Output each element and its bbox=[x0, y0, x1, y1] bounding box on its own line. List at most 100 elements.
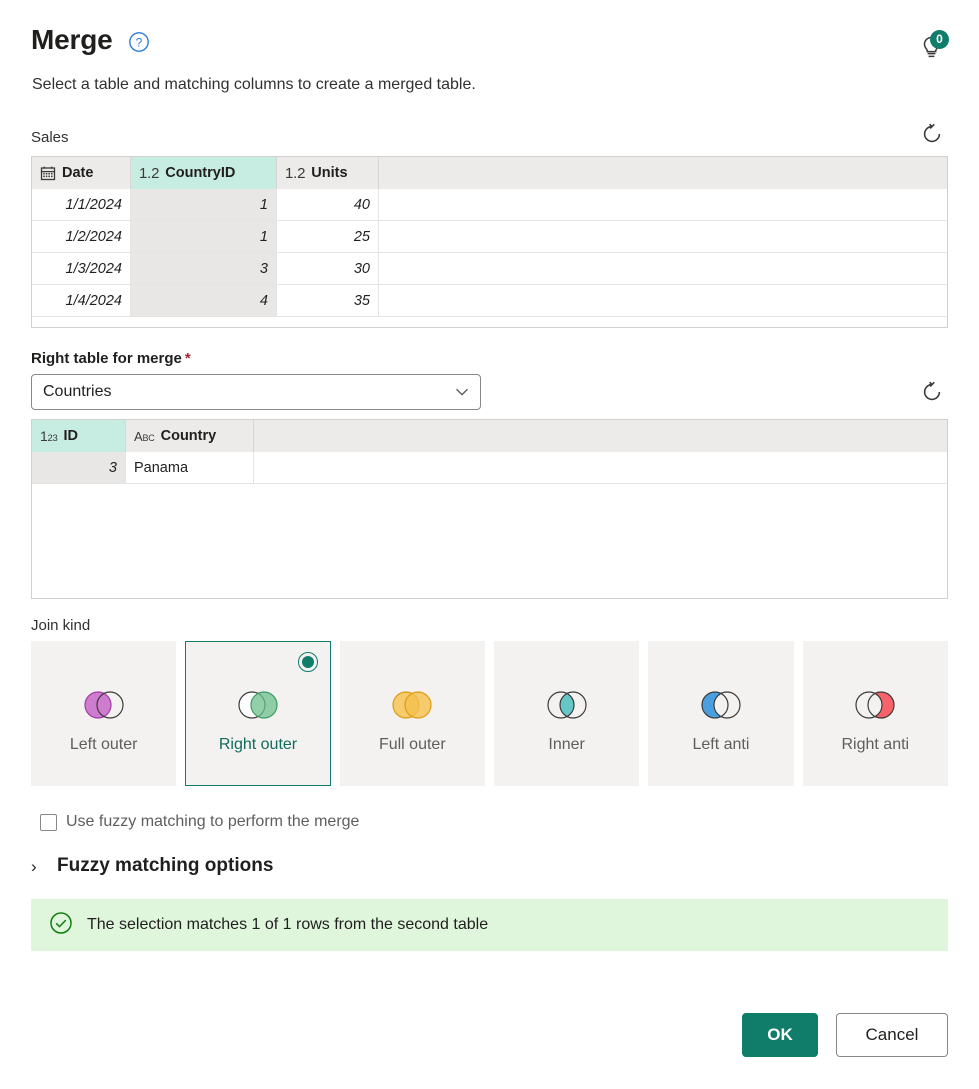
fuzzy-matching-checkbox[interactable] bbox=[40, 813, 57, 831]
join-option-label: Inner bbox=[548, 736, 585, 753]
join-option-right-outer[interactable]: Right outer bbox=[185, 641, 331, 786]
radio-inner-dot bbox=[301, 656, 314, 668]
text-abc-icon: ABC bbox=[134, 428, 155, 444]
venn-full-outer-icon bbox=[384, 688, 440, 722]
join-option-right-anti[interactable]: Right anti bbox=[802, 641, 948, 786]
join-option-label: Left anti bbox=[692, 736, 750, 753]
column-header-label: Units bbox=[311, 165, 348, 181]
table-row: 3 Panama bbox=[32, 452, 947, 484]
column-header-units[interactable]: 1.2 Units bbox=[277, 157, 379, 189]
column-header-country[interactable]: ABC Country bbox=[126, 420, 254, 452]
cell-country: Panama bbox=[126, 452, 254, 483]
dialog-subtitle: Select a table and matching columns to c… bbox=[32, 76, 476, 93]
tips-button[interactable]: 0 bbox=[914, 30, 949, 64]
right-table-select[interactable]: Countries bbox=[31, 374, 481, 410]
status-message: The selection matches 1 of 1 rows from t… bbox=[87, 916, 489, 933]
whole-number-icon: 123 bbox=[40, 428, 58, 444]
dialog-header: Merge ? 0 bbox=[31, 0, 949, 64]
cell-countryid: 3 bbox=[131, 253, 277, 284]
join-option-label: Left outer bbox=[69, 736, 138, 753]
cancel-button[interactable]: Cancel bbox=[836, 1013, 948, 1057]
right-table-preview: 123 ID ABC Country 3 Panama bbox=[31, 419, 948, 599]
cell-units: 25 bbox=[277, 221, 379, 252]
venn-left-outer-icon bbox=[76, 688, 132, 722]
cell-date: 1/1/2024 bbox=[32, 189, 131, 220]
table-row: 1/2/2024 1 25 bbox=[32, 221, 947, 253]
table-row-empty bbox=[32, 484, 947, 516]
fuzzy-matching-options-label: Fuzzy matching options bbox=[57, 855, 274, 876]
table-row-empty bbox=[32, 317, 947, 327]
cell-filler bbox=[32, 317, 947, 327]
column-header-label: Date bbox=[62, 165, 94, 181]
decimal-number-icon: 1.2 bbox=[139, 164, 160, 182]
table-row: 1/3/2024 3 30 bbox=[32, 253, 947, 285]
join-kind-label: Join kind bbox=[31, 617, 91, 634]
venn-left-anti-icon bbox=[692, 688, 749, 722]
join-option-left-outer[interactable]: Left outer bbox=[31, 641, 177, 786]
cell-filler bbox=[379, 253, 947, 284]
check-circle-icon bbox=[49, 911, 73, 940]
left-table-refresh-icon[interactable] bbox=[916, 118, 948, 150]
join-option-label: Right outer bbox=[218, 736, 298, 753]
cell-filler bbox=[254, 452, 947, 483]
right-table-label-text: Right table for merge bbox=[31, 350, 182, 367]
join-option-label: Right anti bbox=[841, 736, 910, 753]
join-option-inner[interactable]: Inner bbox=[493, 641, 640, 786]
merge-dialog: Merge ? 0 Select a table and matching co… bbox=[0, 0, 979, 1089]
chevron-down-icon bbox=[453, 383, 471, 401]
required-marker: * bbox=[184, 350, 191, 367]
chevron-right-icon: › bbox=[31, 856, 37, 876]
right-table-combo-row: Countries bbox=[31, 374, 948, 410]
venn-right-outer-icon bbox=[230, 688, 286, 722]
tips-badge-count: 0 bbox=[930, 30, 949, 49]
column-header-filler bbox=[254, 420, 947, 452]
svg-text:?: ? bbox=[136, 35, 143, 49]
venn-right-anti-icon bbox=[847, 688, 904, 722]
join-kind-options: Left outer Right outer Full outer Inner … bbox=[31, 641, 948, 786]
cell-filler bbox=[32, 484, 947, 515]
venn-inner-icon bbox=[539, 688, 595, 722]
cell-units: 30 bbox=[277, 253, 379, 284]
help-circle-icon[interactable]: ? bbox=[128, 31, 150, 53]
column-header-id[interactable]: 123 ID bbox=[32, 420, 126, 452]
dialog-footer: OK Cancel bbox=[742, 1013, 948, 1057]
fuzzy-matching-checkbox-row[interactable]: Use fuzzy matching to perform the merge bbox=[31, 813, 948, 831]
fuzzy-matching-options-accordion[interactable]: › Fuzzy matching options bbox=[31, 855, 948, 877]
cell-date: 1/4/2024 bbox=[32, 285, 131, 316]
column-header-label: CountryID bbox=[165, 165, 236, 181]
page-title: Merge bbox=[31, 24, 113, 55]
cell-countryid: 1 bbox=[131, 221, 277, 252]
column-header-filler bbox=[379, 157, 947, 189]
left-table-preview: Date 1.2 CountryID 1.2 Units 1/1/2024 1 … bbox=[31, 156, 948, 328]
cell-filler bbox=[379, 189, 947, 220]
join-option-full-outer[interactable]: Full outer bbox=[339, 641, 485, 786]
left-table-label-row: Sales bbox=[31, 96, 948, 150]
column-header-label: Country bbox=[160, 428, 217, 444]
left-table-label: Sales bbox=[31, 128, 69, 146]
fuzzy-matching-label: Use fuzzy matching to perform the merge bbox=[66, 813, 360, 830]
cell-units: 40 bbox=[277, 189, 379, 220]
table-row: 1/1/2024 1 40 bbox=[32, 189, 947, 221]
ok-button[interactable]: OK bbox=[742, 1013, 818, 1057]
cell-date: 1/3/2024 bbox=[32, 253, 131, 284]
right-table-selected-value: Countries bbox=[43, 383, 112, 400]
table-row: 1/4/2024 4 35 bbox=[32, 285, 947, 317]
right-table-header-row: 123 ID ABC Country bbox=[32, 420, 947, 452]
column-header-label: ID bbox=[63, 428, 78, 444]
radio-selected-icon[interactable] bbox=[297, 652, 318, 672]
left-table-header-row: Date 1.2 CountryID 1.2 Units bbox=[32, 157, 947, 189]
join-option-label: Full outer bbox=[378, 736, 446, 753]
join-option-left-anti[interactable]: Left anti bbox=[648, 641, 794, 786]
cell-id: 3 bbox=[32, 452, 126, 483]
cell-countryid: 1 bbox=[131, 189, 277, 220]
right-table-label: Right table for merge * bbox=[31, 350, 948, 367]
decimal-number-icon: 1.2 bbox=[285, 164, 306, 182]
column-header-countryid[interactable]: 1.2 CountryID bbox=[131, 157, 277, 189]
cell-countryid: 4 bbox=[131, 285, 277, 316]
cell-filler bbox=[379, 285, 947, 316]
column-header-date[interactable]: Date bbox=[32, 157, 131, 189]
cell-units: 35 bbox=[277, 285, 379, 316]
cell-date: 1/2/2024 bbox=[32, 221, 131, 252]
status-banner: The selection matches 1 of 1 rows from t… bbox=[31, 899, 948, 951]
right-table-refresh-icon[interactable] bbox=[916, 376, 948, 408]
